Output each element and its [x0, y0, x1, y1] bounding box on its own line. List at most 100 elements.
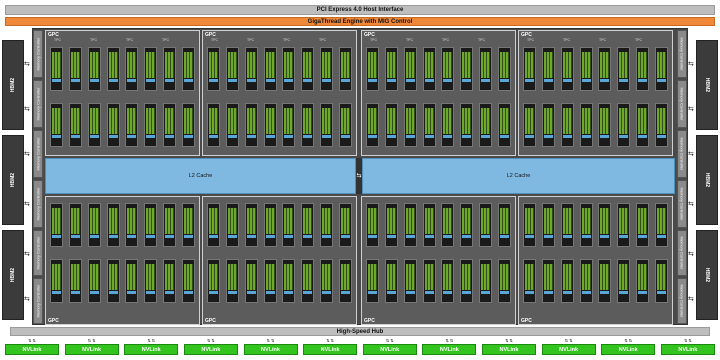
- hbm-link-arrow-icon: ⇆: [24, 151, 30, 158]
- tpc-label: TPC: [442, 38, 449, 42]
- nvlink-arrows-icon: ⇅ ⇅: [147, 338, 156, 343]
- sm-row: [366, 203, 511, 247]
- memory-controller-label: Memory Controller: [35, 187, 41, 221]
- high-speed-hub: High-Speed Hub: [10, 327, 710, 336]
- streaming-multiprocessor: [497, 259, 511, 303]
- streaming-multiprocessor: [403, 203, 417, 247]
- hbm-link-arrow-icon: ⇆: [688, 251, 694, 258]
- streaming-multiprocessor: [497, 203, 511, 247]
- nvlink-block: ⇅ ⇅ NVLink: [422, 339, 477, 356]
- streaming-multiprocessor: [560, 259, 574, 303]
- streaming-multiprocessor: [87, 103, 101, 147]
- streaming-multiprocessor: [181, 259, 195, 303]
- tpc-label: TPC: [478, 38, 485, 42]
- sm-row: [366, 259, 511, 303]
- streaming-multiprocessor: [68, 203, 82, 247]
- streaming-multiprocessor: [263, 103, 277, 147]
- memory-controller-label: Memory Controller: [679, 37, 685, 71]
- streaming-multiprocessor: [144, 47, 158, 91]
- gigathread-label: GigaThread Engine with MIG Control: [307, 18, 413, 25]
- l2-cache-label: L2 Cache: [188, 173, 213, 179]
- streaming-multiprocessor: [523, 47, 536, 91]
- nvlink-block: ⇅ ⇅ NVLink: [362, 339, 417, 356]
- streaming-multiprocessor: [560, 103, 574, 147]
- streaming-multiprocessor: [106, 203, 120, 247]
- hbm-stack-left-1: HBM2: [2, 40, 24, 130]
- memory-controller-left-4: Memory Controller: [33, 180, 43, 228]
- pcie-label: PCI Express 4.0 Host Interface: [316, 7, 404, 13]
- tpc-label: TPC: [211, 38, 218, 42]
- streaming-multiprocessor: [636, 47, 650, 91]
- l2-cache-left: L2 Cache: [45, 158, 356, 194]
- nvlink-label: NVLink: [303, 344, 358, 355]
- hbm-stack-left-3: HBM2: [2, 230, 24, 320]
- nvlink-block: ⇅ ⇅ NVLink: [660, 339, 715, 356]
- streaming-multiprocessor: [366, 203, 379, 247]
- nvlink-label: NVLink: [601, 344, 656, 355]
- tpc-label: TPC: [162, 38, 169, 42]
- streaming-multiprocessor: [541, 259, 555, 303]
- streaming-multiprocessor: [87, 203, 101, 247]
- streaming-multiprocessor: [384, 47, 398, 91]
- gpc-block: GPC TPC TPC TPC TPC: [361, 30, 516, 156]
- streaming-multiprocessor: [50, 47, 63, 91]
- l2-cache-right: L2 Cache: [362, 158, 675, 194]
- streaming-multiprocessor: [479, 259, 493, 303]
- streaming-multiprocessor: [225, 203, 239, 247]
- memory-controller-right-4: Memory Controller: [677, 180, 687, 228]
- streaming-multiprocessor: [50, 103, 63, 147]
- hbm-link-arrow-icon: ⇆: [688, 151, 694, 158]
- streaming-multiprocessor: [460, 259, 474, 303]
- streaming-multiprocessor: [441, 203, 455, 247]
- gpu-block-diagram: PCI Express 4.0 Host Interface GigaThrea…: [0, 0, 720, 360]
- streaming-multiprocessor: [479, 203, 493, 247]
- sm-row: [523, 103, 668, 147]
- memory-controller-left-6: Memory Controller: [33, 278, 43, 324]
- streaming-multiprocessor: [441, 103, 455, 147]
- streaming-multiprocessor: [144, 103, 158, 147]
- nvlink-arrows-icon: ⇅ ⇅: [505, 338, 513, 343]
- streaming-multiprocessor: [384, 103, 398, 147]
- nvlink-label: NVLink: [541, 344, 596, 355]
- memory-controller-label: Memory Controller: [35, 284, 41, 318]
- hbm-link-arrow-icon: ⇆: [24, 251, 30, 258]
- nvlink-block: ⇅ ⇅ NVLink: [124, 338, 179, 356]
- streaming-multiprocessor: [366, 259, 379, 303]
- streaming-multiprocessor: [301, 259, 315, 303]
- sm-row: [207, 47, 352, 91]
- memory-controller-label: Memory Controller: [679, 284, 685, 318]
- gpc-label: GPC: [205, 318, 216, 324]
- streaming-multiprocessor: [541, 203, 555, 247]
- streaming-multiprocessor: [207, 47, 220, 91]
- memory-controller-label: Memory Controller: [35, 137, 41, 171]
- hbm-label: HBM2: [704, 172, 710, 188]
- streaming-multiprocessor: [125, 47, 139, 91]
- gigathread-engine: GigaThread Engine with MIG Control: [5, 17, 715, 26]
- hbm-link-arrow-icon: ⇆: [24, 296, 30, 303]
- hbm-stack-left-2: HBM2: [2, 135, 24, 225]
- tpc-label: TPC: [319, 38, 326, 42]
- streaming-multiprocessor: [654, 259, 668, 303]
- nvlink-arrows-icon: ⇅ ⇅: [564, 338, 573, 343]
- tpc-label: TPC: [54, 38, 61, 42]
- streaming-multiprocessor: [338, 47, 352, 91]
- memory-controller-label: Memory Controller: [679, 236, 685, 270]
- gpc-block: GPC: [45, 196, 200, 325]
- streaming-multiprocessor: [654, 47, 668, 91]
- streaming-multiprocessor: [181, 203, 195, 247]
- streaming-multiprocessor: [263, 47, 277, 91]
- streaming-multiprocessor: [523, 203, 536, 247]
- nvlink-block: ⇅ ⇅ NVLink: [601, 339, 656, 356]
- streaming-multiprocessor: [617, 259, 631, 303]
- memory-controller-left-1: Memory Controller: [33, 30, 43, 78]
- streaming-multiprocessor: [403, 259, 417, 303]
- streaming-multiprocessor: [422, 103, 436, 147]
- streaming-multiprocessor: [106, 47, 120, 91]
- gpc-label: GPC: [364, 318, 375, 324]
- streaming-multiprocessor: [598, 203, 612, 247]
- streaming-multiprocessor: [617, 103, 631, 147]
- hbm-stack-right-1: HBM2: [696, 40, 718, 130]
- streaming-multiprocessor: [384, 259, 398, 303]
- nvlink-block: ⇅ ⇅ NVLink: [243, 339, 298, 356]
- memory-controller-left-2: Memory Controller: [33, 80, 43, 128]
